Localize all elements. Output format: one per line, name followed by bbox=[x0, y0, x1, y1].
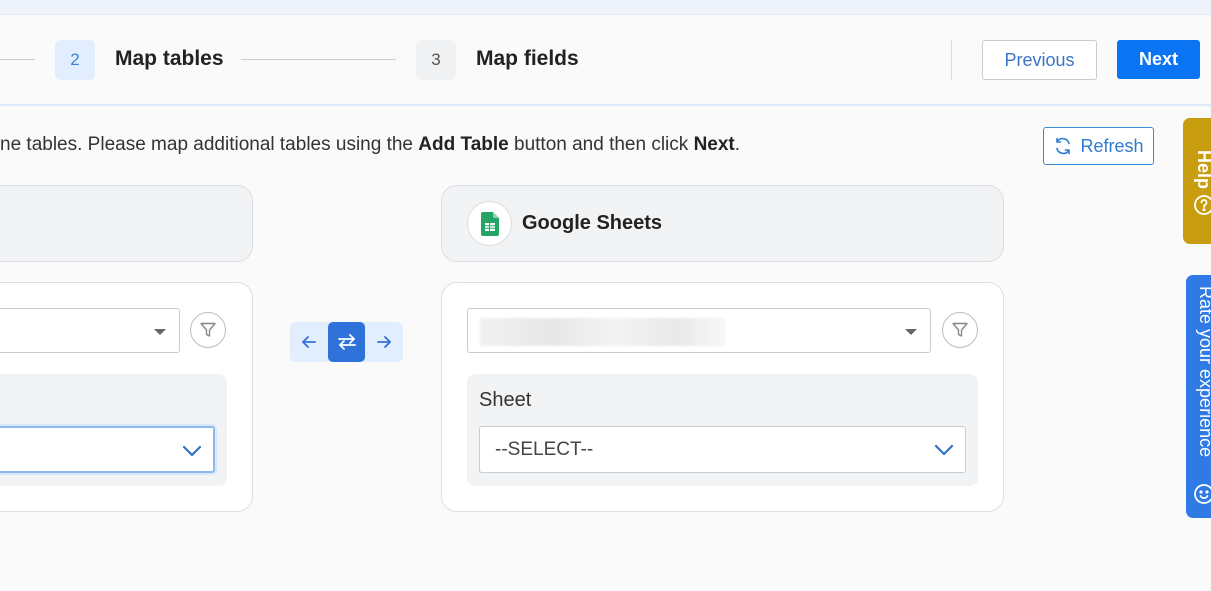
instructions-part: . bbox=[734, 134, 741, 155]
filter-icon bbox=[199, 321, 217, 339]
source-table-select[interactable] bbox=[0, 426, 215, 473]
previous-button[interactable]: Previous bbox=[982, 40, 1097, 80]
source-filter-button[interactable] bbox=[190, 312, 226, 348]
source-connection-select[interactable] bbox=[0, 308, 180, 353]
instructions-part: button and then click bbox=[508, 134, 694, 155]
swap-icon[interactable] bbox=[328, 322, 365, 362]
filter-icon bbox=[951, 321, 969, 339]
stepper-connector bbox=[241, 59, 396, 60]
redacted-connection-name bbox=[480, 318, 725, 346]
arrow-left-icon[interactable] bbox=[290, 322, 328, 362]
step-3-number[interactable]: 3 bbox=[416, 40, 456, 80]
smiley-icon bbox=[1193, 483, 1211, 510]
top-band bbox=[0, 0, 1211, 15]
instructions-next: Next bbox=[693, 134, 735, 155]
source-card-header bbox=[0, 185, 253, 262]
refresh-button[interactable]: Refresh bbox=[1043, 127, 1154, 165]
chevron-down-icon bbox=[933, 440, 955, 465]
arrow-right-icon[interactable] bbox=[365, 322, 403, 362]
refresh-icon bbox=[1053, 136, 1073, 156]
refresh-label: Refresh bbox=[1080, 135, 1144, 156]
step-2-label[interactable]: Map tables bbox=[115, 47, 224, 71]
stepper-connector bbox=[0, 59, 35, 60]
instructions-add-table: Add Table bbox=[418, 134, 509, 155]
instructions-part: ne tables. Please map additional tables … bbox=[0, 134, 419, 155]
target-connection-select[interactable] bbox=[467, 308, 931, 353]
chevron-down-icon bbox=[181, 441, 203, 466]
caret-down-icon bbox=[154, 329, 166, 335]
sync-direction-toggle bbox=[290, 322, 403, 362]
next-button[interactable]: Next bbox=[1117, 40, 1200, 79]
sheet-select-value: --SELECT-- bbox=[495, 439, 594, 460]
google-sheets-logo bbox=[467, 201, 512, 246]
sheet-label: Sheet bbox=[479, 389, 532, 411]
target-app-title: Google Sheets bbox=[522, 212, 663, 234]
step-3-label[interactable]: Map fields bbox=[476, 47, 579, 71]
header-divider bbox=[951, 40, 952, 80]
sheet-select[interactable]: --SELECT-- bbox=[479, 426, 966, 473]
target-filter-button[interactable] bbox=[942, 312, 978, 348]
instructions-text: ne tables. Please map additional tables … bbox=[0, 134, 740, 156]
help-icon bbox=[1193, 194, 1211, 221]
step-2-number[interactable]: 2 bbox=[55, 40, 95, 80]
help-tab-label[interactable]: Help bbox=[1193, 150, 1211, 189]
rate-experience-label[interactable]: Rate your experience bbox=[1195, 286, 1211, 457]
caret-down-icon bbox=[905, 329, 917, 335]
